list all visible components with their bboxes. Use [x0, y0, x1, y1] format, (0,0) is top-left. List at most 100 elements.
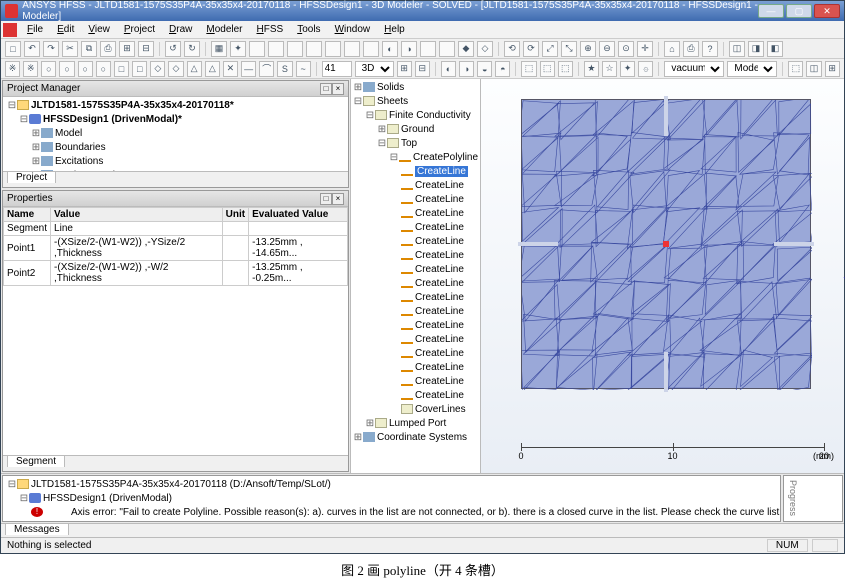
properties-close-icon[interactable]: ×: [332, 193, 344, 205]
toolbar-button[interactable]: □: [132, 61, 147, 77]
toolbar-button[interactable]: ⌂: [664, 41, 680, 57]
menu-draw[interactable]: Draw: [163, 23, 198, 36]
toolbar-button[interactable]: [287, 41, 303, 57]
toolbar-button[interactable]: ?: [702, 41, 718, 57]
toolbar-button[interactable]: ⤡: [561, 41, 577, 57]
menu-project[interactable]: Project: [118, 23, 161, 36]
toolbar-button[interactable]: ✦: [620, 61, 635, 77]
menu-view[interactable]: View: [82, 23, 116, 36]
menu-file[interactable]: File: [21, 23, 49, 36]
tree-createline[interactable]: CreateLine: [353, 305, 478, 319]
segment-tab[interactable]: Segment: [7, 455, 65, 467]
toolbar-button[interactable]: [363, 41, 379, 57]
toolbar-button[interactable]: ◫: [729, 41, 745, 57]
toolbar-num-input[interactable]: [322, 61, 352, 77]
tree-createline[interactable]: CreateLine: [353, 277, 478, 291]
project-tab[interactable]: Project: [7, 171, 56, 183]
toolbar-button[interactable]: ~: [296, 61, 311, 77]
tree-createline[interactable]: CreateLine: [353, 221, 478, 235]
tree-createline[interactable]: CreateLine: [353, 319, 478, 333]
toolbar-button[interactable]: ※: [23, 61, 38, 77]
toolbar-button[interactable]: ⎙: [100, 41, 116, 57]
toolbar-button[interactable]: [439, 41, 455, 57]
toolbar-button[interactable]: ◧: [767, 41, 783, 57]
tree-createline[interactable]: CreateLine: [353, 389, 478, 403]
toolbar-button[interactable]: ◇: [150, 61, 165, 77]
toolbar-button[interactable]: ⤢: [542, 41, 558, 57]
toolbar-button[interactable]: □: [114, 61, 129, 77]
toolbar-button[interactable]: △: [187, 61, 202, 77]
toolbar-view-select[interactable]: 3D: [355, 61, 394, 77]
model-select[interactable]: Model: [727, 61, 777, 77]
table-row[interactable]: SegmentLine: [4, 222, 348, 236]
toolbar-button[interactable]: ◓: [495, 61, 510, 77]
toolbar-button[interactable]: ↶: [24, 41, 40, 57]
toolbar-button[interactable]: ۞: [638, 61, 653, 77]
messages-tab[interactable]: Messages: [5, 523, 69, 535]
messages-pane[interactable]: ⊟JLTD1581-1575S35P4A-35x35x4-20170118 (D…: [2, 475, 781, 522]
toolbar-button[interactable]: ◐: [382, 41, 398, 57]
tree-createline[interactable]: CreateLine: [353, 361, 478, 375]
tree-createline[interactable]: CreateLine: [353, 291, 478, 305]
model-tree[interactable]: ⊞Solids ⊟Sheets ⊟Finite Conductivity ⊞Gr…: [351, 79, 480, 473]
toolbar-button[interactable]: ☆: [602, 61, 617, 77]
toolbar-button[interactable]: —: [241, 61, 256, 77]
toolbar-button[interactable]: ⬚: [521, 61, 536, 77]
properties-table[interactable]: NameValueUnitEvaluated ValueSegmentLineP…: [3, 207, 348, 455]
toolbar-button[interactable]: ○: [41, 61, 56, 77]
tree-createline[interactable]: CreateLine: [353, 179, 478, 193]
properties-pin-icon[interactable]: □: [320, 193, 332, 205]
menu-hfss[interactable]: HFSS: [251, 23, 290, 36]
toolbar-button[interactable]: ⬚: [558, 61, 573, 77]
toolbar-button[interactable]: ⊟: [415, 61, 430, 77]
toolbar-button[interactable]: ★: [584, 61, 599, 77]
toolbar-button[interactable]: [325, 41, 341, 57]
menu-window[interactable]: Window: [329, 23, 377, 36]
toolbar-button[interactable]: ○: [59, 61, 74, 77]
3d-viewport[interactable]: Y 01020 (mm): [481, 79, 844, 473]
tree-createline[interactable]: CreateLine: [353, 333, 478, 347]
toolbar-button[interactable]: ⬚: [788, 61, 803, 77]
toolbar-button[interactable]: ⧉: [81, 41, 97, 57]
toolbar-button[interactable]: ⊞: [119, 41, 135, 57]
toolbar-button[interactable]: ✦: [230, 41, 246, 57]
tree-createline[interactable]: CreateLine: [353, 375, 478, 389]
menu-modeler[interactable]: Modeler: [200, 23, 248, 36]
toolbar-button[interactable]: ◑: [459, 61, 474, 77]
tree-createline[interactable]: CreateLine: [353, 193, 478, 207]
toolbar-button[interactable]: ↷: [43, 41, 59, 57]
toolbar-button[interactable]: S: [277, 61, 292, 77]
toolbar-button[interactable]: ◨: [748, 41, 764, 57]
toolbar-button[interactable]: ⊞: [825, 61, 840, 77]
toolbar-button[interactable]: ↻: [184, 41, 200, 57]
toolbar-button[interactable]: ⊟: [138, 41, 154, 57]
close-button[interactable]: ✕: [814, 4, 840, 18]
toolbar-button[interactable]: △: [205, 61, 220, 77]
toolbar-button[interactable]: ⊖: [599, 41, 615, 57]
toolbar-button[interactable]: ⟲: [504, 41, 520, 57]
toolbar-button[interactable]: ✕: [223, 61, 238, 77]
tree-createline[interactable]: CreateLine: [353, 249, 478, 263]
project-manager-pin-icon[interactable]: □: [320, 83, 332, 95]
material-select[interactable]: vacuum: [664, 61, 724, 77]
project-tree[interactable]: ⊟JLTD1581-1575S35P4A-35x35x4-20170118* ⊟…: [3, 97, 348, 171]
toolbar-button[interactable]: [249, 41, 265, 57]
toolbar-button[interactable]: ✛: [637, 41, 653, 57]
toolbar-button[interactable]: ◒: [477, 61, 492, 77]
table-row[interactable]: Point2-(XSize/2-(W1-W2)) ,-W/2 ,Thicknes…: [4, 261, 348, 286]
toolbar-button[interactable]: [268, 41, 284, 57]
toolbar-button[interactable]: ※: [5, 61, 20, 77]
toolbar-button[interactable]: ↺: [165, 41, 181, 57]
tree-createline[interactable]: CreateLine: [353, 263, 478, 277]
toolbar-button[interactable]: ◇: [168, 61, 183, 77]
toolbar-button[interactable]: ⊙: [618, 41, 634, 57]
tree-createline[interactable]: CreateLine: [353, 207, 478, 221]
table-row[interactable]: Point1-(XSize/2-(W1-W2)) ,-YSize/2 ,Thic…: [4, 236, 348, 261]
toolbar-button[interactable]: ▦: [211, 41, 227, 57]
toolbar-button[interactable]: ○: [78, 61, 93, 77]
toolbar-button[interactable]: ⟳: [523, 41, 539, 57]
menu-edit[interactable]: Edit: [51, 23, 80, 36]
toolbar-button[interactable]: □: [5, 41, 21, 57]
menu-tools[interactable]: Tools: [291, 23, 326, 36]
toolbar-button[interactable]: ⬚: [540, 61, 555, 77]
